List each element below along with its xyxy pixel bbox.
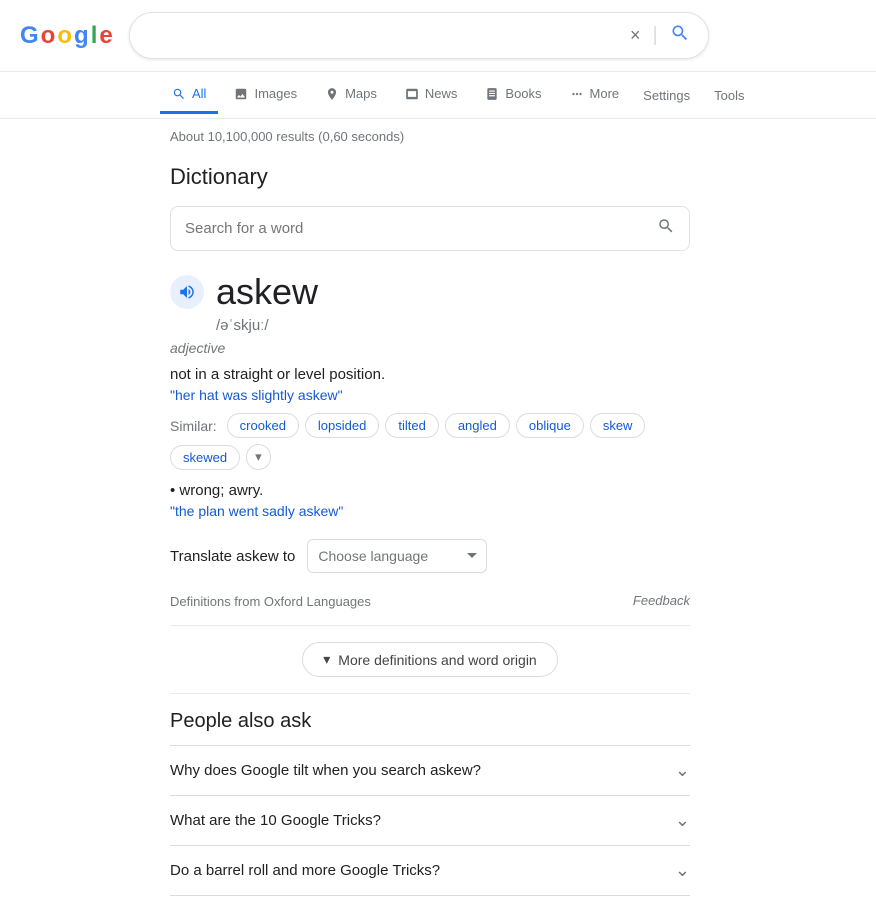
translate-row: Translate askew to Choose language <box>170 539 690 573</box>
paa-question-1: What are the 10 Google Tricks? <box>170 812 381 829</box>
logo-g2: g <box>74 22 89 50</box>
paa-item-0[interactable]: Why does Google tilt when you search ask… <box>170 745 690 795</box>
books-icon <box>485 87 499 101</box>
paa-question-0: Why does Google tilt when you search ask… <box>170 762 481 779</box>
dictionary-search-box <box>170 206 690 251</box>
dictionary-card: Dictionary askew /əˈskjuː/ adjective not… <box>170 164 690 694</box>
word-phonetic: /əˈskjuː/ <box>216 317 690 334</box>
similar-tag-angled[interactable]: angled <box>445 413 510 438</box>
paa-item-1[interactable]: What are the 10 Google Tricks? ⌄ <box>170 795 690 845</box>
dictionary-title: Dictionary <box>170 164 690 190</box>
similar-tag-crooked[interactable]: crooked <box>227 413 299 438</box>
divider-line: | <box>653 24 658 47</box>
logo-g: G <box>20 22 39 50</box>
similar-tag-oblique[interactable]: oblique <box>516 413 584 438</box>
tools-link[interactable]: Tools <box>706 78 752 113</box>
speaker-button[interactable] <box>170 275 204 309</box>
definitions-footer: Feedback Definitions from Oxford Languag… <box>170 593 690 609</box>
tab-more-label: More <box>590 86 620 101</box>
translate-label: Translate askew to <box>170 548 295 565</box>
people-also-ask-section: People also ask Why does Google tilt whe… <box>170 710 690 896</box>
chevron-down-icon-2: ⌄ <box>675 860 690 881</box>
dictionary-search-icon <box>657 217 675 240</box>
search-input[interactable]: askew <box>146 27 620 45</box>
all-icon <box>172 87 186 101</box>
tab-news[interactable]: News <box>393 76 470 114</box>
feedback-link[interactable]: Feedback <box>633 593 690 608</box>
tab-maps-label: Maps <box>345 86 377 101</box>
divider-top <box>170 625 690 626</box>
chevron-down-icon-1: ⌄ <box>675 810 690 831</box>
images-icon <box>234 87 248 101</box>
translate-language-select[interactable]: Choose language <box>307 539 487 573</box>
divider-bottom <box>170 693 690 694</box>
nav-right: Settings Tools <box>635 78 752 113</box>
paa-title: People also ask <box>170 710 690 733</box>
logo-o1: o <box>41 22 56 50</box>
tab-maps[interactable]: Maps <box>313 76 389 114</box>
nav-tabs: All Images Maps News Books More Settings… <box>0 72 876 119</box>
paa-item-2[interactable]: Do a barrel roll and more Google Tricks?… <box>170 845 690 896</box>
definition-1: not in a straight or level position. "he… <box>170 366 690 403</box>
search-icon <box>670 23 690 43</box>
search-button[interactable] <box>668 21 692 50</box>
google-logo[interactable]: Google <box>20 22 113 50</box>
definitions-source: Definitions from Oxford Languages <box>170 594 371 609</box>
word-header: askew <box>170 271 690 313</box>
tab-all[interactable]: All <box>160 76 218 114</box>
search-bar-icons: × | <box>628 21 692 50</box>
search-bar: askew × | <box>129 12 709 59</box>
tab-news-label: News <box>425 86 458 101</box>
chevron-down-icon-0: ⌄ <box>675 760 690 781</box>
similar-tag-lopsided[interactable]: lopsided <box>305 413 379 438</box>
tab-books-label: Books <box>505 86 541 101</box>
logo-e: e <box>99 22 112 50</box>
def-text-1: not in a straight or level position. <box>170 366 690 383</box>
similar-row: Similar: crooked lopsided tilted angled … <box>170 413 690 470</box>
more-icon <box>570 87 584 101</box>
tab-images-label: Images <box>254 86 297 101</box>
similar-tag-skewed[interactable]: skewed <box>170 445 240 470</box>
settings-link[interactable]: Settings <box>635 78 698 113</box>
tab-all-label: All <box>192 86 206 101</box>
more-defs-icon: ▾ <box>323 651 330 668</box>
similar-tag-tilted[interactable]: tilted <box>385 413 438 438</box>
tab-books[interactable]: Books <box>473 76 553 114</box>
tab-more[interactable]: More <box>558 76 632 114</box>
tab-images[interactable]: Images <box>222 76 309 114</box>
word-title: askew <box>216 271 318 313</box>
more-defs-label: More definitions and word origin <box>338 652 536 668</box>
speaker-icon <box>178 283 196 301</box>
expand-similar-button[interactable]: ▾ <box>246 444 271 470</box>
def-bullet-2: • wrong; awry. <box>170 482 690 499</box>
more-definitions-button[interactable]: ▾ More definitions and word origin <box>302 642 557 677</box>
clear-button[interactable]: × <box>628 23 643 48</box>
results-count: About 10,100,000 results (0,60 seconds) <box>170 129 690 144</box>
maps-icon <box>325 87 339 101</box>
main-content: About 10,100,000 results (0,60 seconds) … <box>0 119 860 916</box>
dictionary-search-input[interactable] <box>185 220 657 237</box>
paa-question-2: Do a barrel roll and more Google Tricks? <box>170 862 440 879</box>
def-example-2: "the plan went sadly askew" <box>170 503 690 519</box>
news-icon <box>405 87 419 101</box>
logo-o2: o <box>57 22 72 50</box>
similar-tag-skew[interactable]: skew <box>590 413 646 438</box>
def-example-1: "her hat was slightly askew" <box>170 387 690 403</box>
word-pos: adjective <box>170 340 690 356</box>
logo-l: l <box>91 22 98 50</box>
similar-label: Similar: <box>170 418 217 434</box>
header: Google askew × | <box>0 0 876 72</box>
definition-2: • wrong; awry. "the plan went sadly aske… <box>170 482 690 519</box>
